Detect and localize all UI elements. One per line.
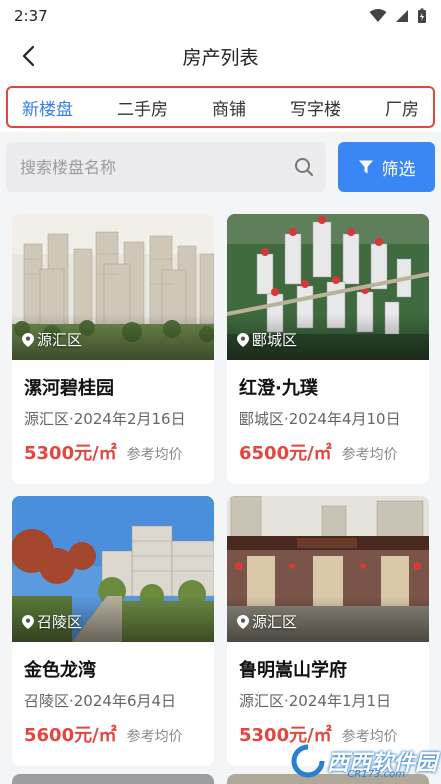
district-tag: 召陵区 (22, 611, 82, 632)
tab-factories[interactable]: 厂房 (385, 95, 419, 120)
price-note: 参考均价 (126, 447, 183, 463)
tab-offices[interactable]: 写字楼 (290, 95, 341, 120)
district-tag: 郾城区 (237, 329, 297, 350)
district-tag: 源汇区 (237, 611, 297, 632)
district-label: 郾城区 (252, 331, 298, 349)
listing-price: 6500元/㎡ (239, 443, 332, 464)
district-label: 源汇区 (252, 613, 298, 631)
listing-photo: 召陵区 (12, 496, 214, 642)
listing-card[interactable]: 召陵区 金色龙湾 召陵区·2024年6月4日 5600元/㎡ 参考均价 (12, 496, 214, 766)
status-time: 2:37 (14, 7, 48, 25)
listing-card[interactable]: 郾城区 红澄·九璞 郾城区·2024年4月10日 6500元/㎡ 参考均价 (227, 214, 429, 484)
listing-photo: 源汇区 (227, 496, 429, 642)
listing-photo: 郾城区 (227, 214, 429, 360)
price-note: 参考均价 (341, 729, 398, 745)
listing-info: 金色龙湾 召陵区·2024年6月4日 5600元/㎡ 参考均价 (12, 642, 214, 747)
location-pin-icon (22, 614, 34, 629)
listing-name: 鲁明嵩山学府 (239, 660, 347, 681)
search-icon[interactable] (294, 157, 314, 177)
wifi-icon (369, 9, 387, 22)
district-label: 召陵区 (37, 613, 83, 631)
next-card-peek (12, 774, 214, 784)
search-box (6, 142, 326, 192)
tab-resale[interactable]: 二手房 (117, 95, 168, 120)
listing-info: 红澄·九璞 郾城区·2024年4月10日 6500元/㎡ 参考均价 (227, 360, 429, 465)
listing-name: 金色龙湾 (24, 660, 96, 681)
listing-date: 郾城区·2024年4月10日 (239, 410, 401, 428)
listing-price: 5300元/㎡ (24, 443, 117, 464)
listing-date: 召陵区·2024年6月4日 (24, 692, 177, 710)
location-pin-icon (237, 614, 249, 629)
status-bar: 2:37 (0, 0, 441, 32)
page-title: 房产列表 (182, 46, 259, 69)
location-pin-icon (22, 332, 34, 347)
search-input[interactable] (20, 157, 294, 177)
price-note: 参考均价 (341, 447, 398, 463)
listing-card[interactable]: 源汇区 鲁明嵩山学府 源汇区·2024年1月1日 5300元/㎡ 参考均价 (227, 496, 429, 766)
district-tag: 源汇区 (22, 329, 82, 350)
category-tab-bar: 新楼盘 二手房 商铺 写字楼 厂房 (0, 80, 441, 132)
listing-price: 5600元/㎡ (24, 725, 117, 746)
listing-grid: 源汇区 漯河碧桂园 源汇区·2024年2月16日 5300元/㎡ 参考均价 郾城… (0, 192, 441, 766)
back-arrow-icon (22, 45, 35, 67)
tab-shops[interactable]: 商铺 (212, 95, 246, 120)
status-icons (369, 8, 427, 24)
watermark-c-icon (291, 744, 325, 778)
app-bar: 房产列表 (0, 32, 441, 80)
price-row: 6500元/㎡ 参考均价 (239, 439, 417, 465)
signal-icon (396, 10, 408, 22)
listing-name: 漯河碧桂园 (24, 378, 114, 399)
location-pin-icon (237, 332, 249, 347)
filter-label: 筛选 (381, 159, 416, 180)
district-label: 源汇区 (37, 331, 83, 349)
price-row: 5300元/㎡ 参考均价 (24, 439, 202, 465)
filter-button[interactable]: 筛选 (338, 142, 435, 192)
filter-icon (358, 160, 373, 174)
category-tabs: 新楼盘 二手房 商铺 写字楼 厂房 (6, 86, 435, 128)
watermark-logo: 西西软件园 CR173.com (291, 744, 437, 780)
search-row: 筛选 (0, 132, 441, 192)
price-row: 5600元/㎡ 参考均价 (24, 721, 202, 747)
battery-icon (418, 8, 426, 23)
listing-info: 鲁明嵩山学府 源汇区·2024年1月1日 5300元/㎡ 参考均价 (227, 642, 429, 747)
listing-date: 源汇区·2024年1月1日 (239, 692, 392, 710)
watermark-sub: CR173.com (347, 769, 405, 780)
price-note: 参考均价 (126, 729, 183, 745)
listing-name: 红澄·九璞 (239, 378, 318, 399)
back-button[interactable] (12, 40, 44, 72)
listing-card[interactable]: 源汇区 漯河碧桂园 源汇区·2024年2月16日 5300元/㎡ 参考均价 (12, 214, 214, 484)
listing-info: 漯河碧桂园 源汇区·2024年2月16日 5300元/㎡ 参考均价 (12, 360, 214, 465)
listing-photo: 源汇区 (12, 214, 214, 360)
tab-new-homes[interactable]: 新楼盘 (22, 95, 73, 120)
listing-date: 源汇区·2024年2月16日 (24, 410, 186, 428)
